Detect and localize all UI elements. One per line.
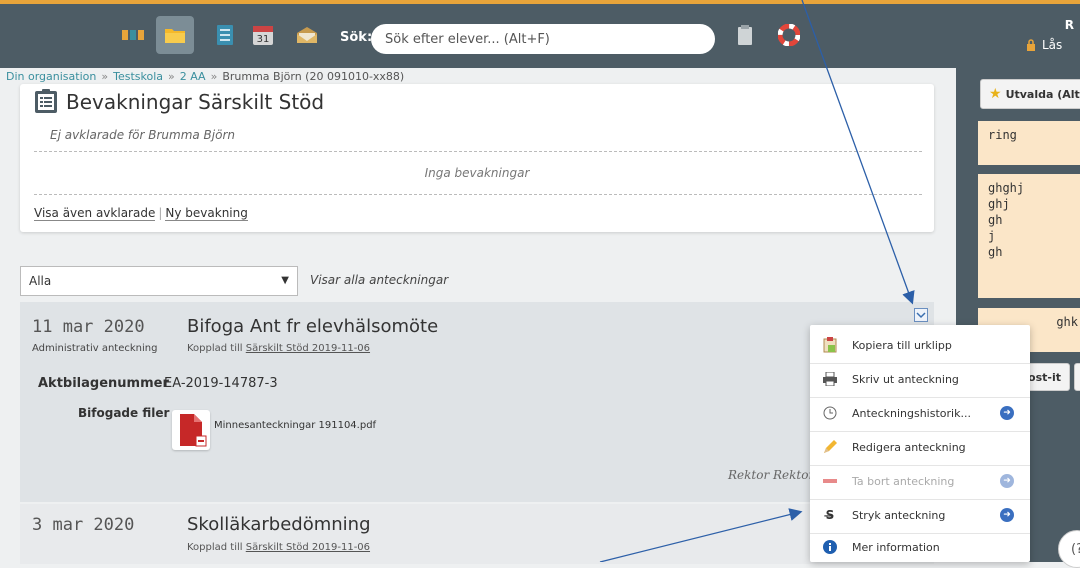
menu-item-label: Stryk anteckning [852,508,946,522]
note-linked: Kopplad till Särskilt Stöd 2019-11-06 [187,343,370,354]
folder-icon[interactable] [156,16,194,54]
strikethrough-icon: S̶ [825,508,835,522]
top-bar: 31 Sök: R Lås [0,0,1080,68]
breadcrumb-separator: » [101,70,109,83]
linked-prefix: Kopplad till [187,343,243,354]
note-date: 3 mar 2020 [32,515,135,535]
clipboard-icon[interactable] [732,22,758,48]
menu-item-info[interactable]: Mer information [810,530,1030,564]
show-done-link[interactable]: Visa även avklarade [34,206,156,221]
linked-link[interactable]: Särskilt Stöd 2019-11-06 [246,542,370,553]
menu-item-label: Anteckningshistorik... [852,406,971,420]
bevakningar-subtitle: Ej avklarade för Brumma Björn [50,128,236,142]
note-card [20,504,934,564]
attachment-number-label: Aktbilagenummer [38,376,169,391]
note-menu-toggle[interactable] [914,308,928,322]
bevakningar-links: Visa även avklarade | Ny bevakning [34,206,248,221]
page-title: Bevakningar Särskilt Stöd [66,90,325,114]
lock-label: Lås [1042,38,1063,52]
utvalda-label: Utvalda (Alt+ [1005,87,1080,101]
postit-note[interactable]: ring [978,121,1080,165]
new-bevakning-link[interactable]: Ny bevakning [165,206,248,221]
breadcrumb-separator: » [210,70,218,83]
note-signature: Rektor Rektor [728,468,815,482]
menu-item-history[interactable]: Anteckningshistorik... ➜ [810,396,1030,430]
arrow-right-icon: ➜ [1000,508,1014,522]
clipboard-icon [822,337,838,353]
breadcrumb-class[interactable]: 2 AA [180,70,206,83]
menu-item-delete[interactable]: Ta bort anteckning ➜ [810,464,1030,498]
menu-item-label: Redigera anteckning [852,440,966,454]
filter-info: Visar alla anteckningar [310,273,449,287]
attached-file-name[interactable]: Minnesanteckningar 191104.pdf [214,420,376,431]
menu-item-print[interactable]: Skriv ut anteckning [810,362,1030,396]
postit-note[interactable]: ghghj ghj gh j gh [978,174,1080,298]
pencil-icon [822,439,838,455]
menu-item-edit[interactable]: Redigera anteckning [810,430,1030,464]
note-title: Skolläkarbedömning [187,514,371,535]
envelope-icon[interactable] [294,22,320,48]
search-input[interactable] [371,24,715,54]
minus-icon [822,473,838,489]
star-icon: ★ [989,86,1002,102]
attachment-number-value: EA-2019-14787-3 [164,376,278,391]
menu-item-label: Mer information [852,540,940,554]
note-context-menu: Kopiera till urklipp Skriv ut anteckning… [810,325,1030,562]
utvalda-button[interactable]: ★ Utvalda (Alt+ [980,79,1080,109]
search-label: Sök: [340,30,373,45]
calendar-icon[interactable]: 31 [250,22,276,48]
pdf-file-icon[interactable] [172,410,210,450]
arrow-right-icon: ➜ [1000,406,1014,420]
menu-item-label: Skriv ut anteckning [852,372,959,386]
caret-down-icon: ▼ [281,275,289,286]
linked-link[interactable]: Särskilt Stöd 2019-11-06 [246,343,370,354]
note-linked: Kopplad till Särskilt Stöd 2019-11-06 [187,542,370,553]
menu-item-copy[interactable]: Kopiera till urklipp [810,328,1030,362]
breadcrumb-student: Brumma Björn (20 091010-xx88) [222,70,405,83]
user-name[interactable]: R [1065,18,1074,32]
grid-icon[interactable] [120,22,146,48]
filter-value: Alla [29,274,52,288]
breadcrumb: Din organisation » Testskola » 2 AA » Brumma B… [6,70,404,83]
clock-icon [822,405,838,421]
note-date: 11 mar 2020 [32,317,145,337]
note-type: Administrativ anteckning [32,343,158,354]
menu-item-strike[interactable]: S̶ Stryk anteckning ➜ [810,498,1030,532]
chevron-down-icon [916,312,926,319]
breadcrumb-separator: » [168,70,175,83]
divider [34,151,922,152]
note-title: Bifoga Ant fr elevhälsomöte [187,316,439,337]
breadcrumb-organisation[interactable]: Din organisation [6,70,96,83]
postit-extra-button[interactable] [1074,363,1080,391]
breadcrumb-school[interactable]: Testskola [113,70,163,83]
arrow-right-icon: ➜ [1000,474,1014,488]
linked-prefix: Kopplad till [187,542,243,553]
calendar-day: 31 [257,34,270,45]
padlock-icon [1027,39,1035,51]
menu-item-label: Kopiera till urklipp [852,338,952,352]
printer-icon [822,371,838,387]
lifebuoy-icon[interactable] [776,22,802,48]
info-icon [822,539,838,555]
divider [34,194,922,195]
lock-button[interactable]: Lås [1026,38,1062,52]
bevakningar-empty: Inga bevakningar [424,166,530,180]
clipboard-list-icon [35,89,57,113]
document-icon[interactable] [212,22,238,48]
attached-files-label: Bifogade filer [78,406,170,420]
menu-item-label: Ta bort anteckning [852,474,955,488]
note-filter-select[interactable]: Alla ▼ [20,266,298,296]
